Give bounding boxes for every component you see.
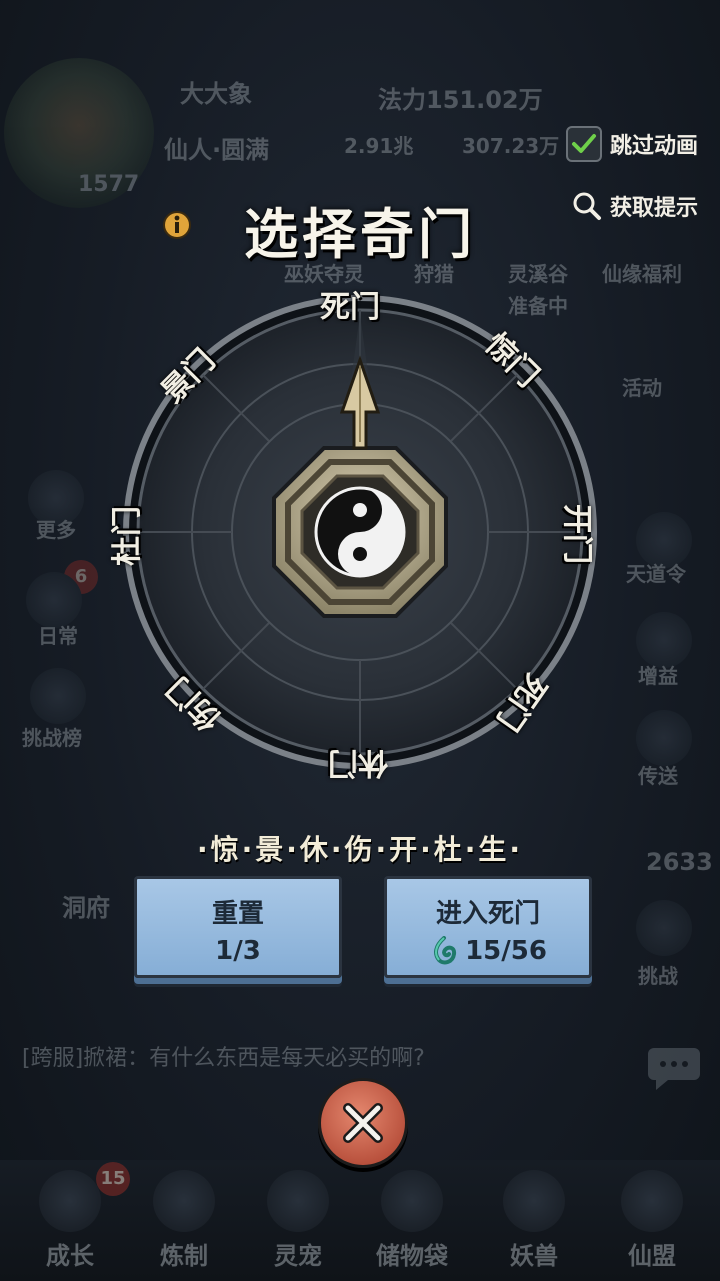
location-text: 洞府 xyxy=(62,894,110,922)
nav-refine-label: 炼制 xyxy=(160,1242,208,1270)
nav-refine[interactable]: 炼制 xyxy=(134,1170,234,1271)
menu-dao-token: 天道令 xyxy=(626,562,686,586)
menu-more: 更多 xyxy=(36,518,76,542)
yin-yang-icon xyxy=(314,486,406,578)
bag-icon xyxy=(381,1170,443,1232)
enter-gate-button[interactable]: 进入死门 15/56 xyxy=(384,876,592,978)
enter-gate-cost: 15/56 xyxy=(465,936,547,966)
alliance-icon xyxy=(621,1170,683,1232)
reset-count: 1/3 xyxy=(215,936,261,966)
nav-bag-label: 储物袋 xyxy=(376,1242,448,1270)
nav-pet-label: 灵宠 xyxy=(274,1242,322,1270)
close-button[interactable] xyxy=(318,1078,408,1168)
teleport-icon xyxy=(636,710,692,766)
menu-teleport: 传送 xyxy=(638,764,678,788)
gate-right[interactable]: 开门 xyxy=(558,504,602,564)
gate-sequence: ·惊·景·休·伤·开·杜·生· xyxy=(196,833,524,866)
nav-growth-label: 成长 xyxy=(46,1242,94,1270)
nav-alliance[interactable]: 仙盟 xyxy=(602,1170,702,1271)
gate-left[interactable]: 杜门 xyxy=(102,506,146,566)
growth-badge: 15 xyxy=(96,1162,130,1196)
checkmark-icon xyxy=(572,134,596,153)
player-name: 大大象 xyxy=(180,80,252,108)
silver-stat: 307.23万 xyxy=(462,134,560,158)
gate-bottom[interactable]: 休门 xyxy=(328,744,388,788)
skip-animation-label: 跳过动画 xyxy=(610,134,699,159)
reset-button[interactable]: 重置 1/3 xyxy=(134,876,342,978)
activity-label: 活动 xyxy=(622,376,662,400)
nav-pet[interactable]: 灵宠 xyxy=(248,1170,348,1271)
gate-top[interactable]: 死门 xyxy=(320,282,380,326)
close-icon xyxy=(343,1103,383,1143)
pet-icon xyxy=(267,1170,329,1232)
page-title: 选择奇门 xyxy=(244,202,476,266)
qimen-wheel[interactable]: 死门 惊门 开门 死门 休门 伤门 杜门 景门 xyxy=(110,290,602,780)
reset-label: 重置 xyxy=(211,899,264,929)
beast-icon xyxy=(503,1170,565,1232)
nav-alliance-label: 仙盟 xyxy=(628,1242,676,1270)
menu-challenge: 挑战 xyxy=(638,964,678,988)
nav-bag[interactable]: 储物袋 xyxy=(362,1170,462,1271)
chat-icon[interactable] xyxy=(646,1046,702,1092)
player-realm: 仙人·圆满 xyxy=(164,136,270,164)
spirit-energy-icon xyxy=(434,936,457,965)
nav-beast[interactable]: 妖兽 xyxy=(484,1170,584,1271)
skip-animation-checkbox[interactable] xyxy=(566,126,602,162)
ranking-icon xyxy=(30,668,86,724)
chat-message: [跨服]掀裙：有什么东西是每天必买的啊? xyxy=(22,1046,425,1071)
skip-animation-toggle[interactable]: 跳过动画 xyxy=(566,126,698,162)
menu-daily: 日常 xyxy=(38,624,78,648)
power-stat: 法力151.02万 xyxy=(378,86,543,114)
challenge-icon xyxy=(636,900,692,956)
nav-beast-label: 妖兽 xyxy=(510,1242,558,1270)
gold-stat: 2.91兆 xyxy=(344,134,414,158)
furnace-icon xyxy=(153,1170,215,1232)
menu-buff: 增益 xyxy=(638,664,678,688)
menu-ranking: 挑战榜 xyxy=(22,726,82,750)
growth-icon xyxy=(39,1170,101,1232)
enter-gate-label: 进入死门 xyxy=(435,899,540,929)
